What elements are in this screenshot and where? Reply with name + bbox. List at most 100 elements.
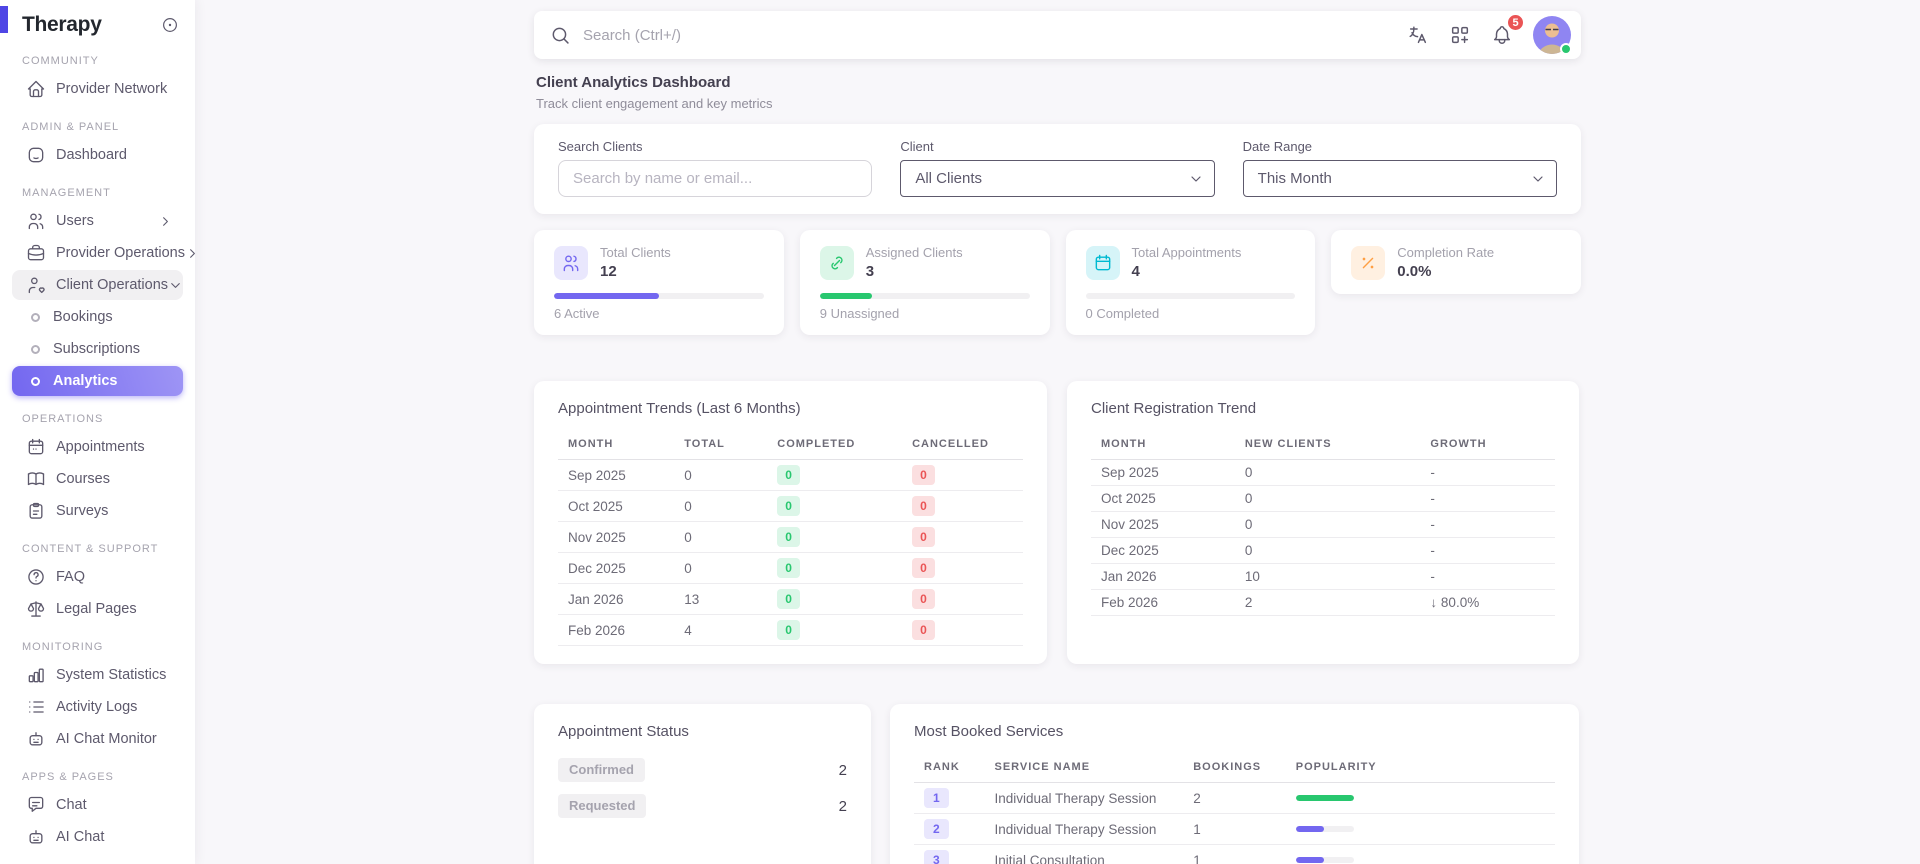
sidebar-item-appointments[interactable]: Appointments <box>12 432 183 462</box>
client-filter-value: All Clients <box>915 170 983 187</box>
growth-negative-value: ↓ 80.0% <box>1420 589 1555 616</box>
sidebar-item-system-statistics[interactable]: System Statistics <box>12 660 183 690</box>
chevron-down-icon <box>1188 171 1204 187</box>
language-icon[interactable] <box>1399 16 1437 54</box>
chevron-down-icon <box>168 278 183 293</box>
popularity-bar <box>1295 857 1354 863</box>
calendar-stat-icon <box>1085 245 1120 280</box>
sidebar: Therapy COMMUNITY Provider Network ADMIN… <box>0 0 195 864</box>
robot-icon <box>25 826 47 848</box>
search-clients-input[interactable] <box>558 160 873 197</box>
page-title: Client Analytics Dashboard <box>536 74 731 91</box>
sidebar-item-label: AI Chat <box>56 829 105 845</box>
stat-label: Total Clients <box>600 245 671 260</box>
sidebar-item-label: Client Operations <box>56 277 169 293</box>
table-row: Nov 2025 0- <box>1091 511 1555 538</box>
stat-label: Total Appointments <box>1131 245 1242 260</box>
sidebar-item-ai-chat[interactable]: AI Chat <box>12 822 183 852</box>
sidebar-item-surveys[interactable]: Surveys <box>12 496 183 526</box>
sidebar-pin-icon[interactable] <box>161 16 179 34</box>
calendar-icon <box>25 436 47 458</box>
rank-badge: 1 <box>924 788 949 808</box>
global-search-input[interactable] <box>581 25 1399 45</box>
sidebar-item-chat[interactable]: Chat <box>12 790 183 820</box>
percent-stat-icon <box>1351 245 1386 280</box>
sidebar-item-client-operations[interactable]: Client Operations <box>12 270 183 300</box>
sidebar-item-provider-operations[interactable]: Provider Operations <box>12 238 195 268</box>
progress-bar <box>554 293 764 299</box>
stat-sublabel: 0 Completed <box>1085 306 1160 321</box>
stat-card-assigned-clients: Assigned Clients 3 9 Unassigned <box>799 230 1050 335</box>
popularity-bar <box>1295 795 1354 801</box>
most-booked-services-table: Rank Service Name Bookings Popularity 1 … <box>914 752 1555 864</box>
status-badge: Confirmed <box>558 758 645 782</box>
column-header: Month <box>558 429 675 460</box>
notification-count-badge: 5 <box>1506 13 1525 32</box>
sidebar-item-label: Chat <box>56 797 87 813</box>
book-icon <box>25 468 47 490</box>
sidebar-item-users[interactable]: Users <box>12 206 183 236</box>
sidebar-item-subscriptions[interactable]: Subscriptions <box>12 334 183 364</box>
appointment-status-panel: Appointment Status Confirmed 2 Requested… <box>534 704 871 864</box>
sidebar-section-monitoring: MONITORING <box>22 641 104 653</box>
scale-icon <box>25 598 47 620</box>
date-range-select[interactable]: This Month <box>1242 160 1557 197</box>
stat-sublabel: 6 Active <box>554 306 600 321</box>
table-row: Oct 2025 0- <box>1091 485 1555 512</box>
sidebar-item-label: Surveys <box>56 503 109 519</box>
clipboard-icon <box>25 500 47 522</box>
table-row: Dec 2025 0 0 0 <box>558 552 1023 584</box>
list-icon <box>25 696 47 718</box>
rank-badge: 3 <box>924 850 949 864</box>
sidebar-section-content-support: CONTENT & SUPPORT <box>22 543 159 555</box>
date-range-label: Date Range <box>1242 139 1313 154</box>
completed-badge: 0 <box>777 620 800 640</box>
sidebar-item-dashboard[interactable]: Dashboard <box>12 140 183 170</box>
sidebar-item-provider-network[interactable]: Provider Network <box>12 74 183 104</box>
chevron-down-icon <box>1530 171 1546 187</box>
sidebar-item-bookings[interactable]: Bookings <box>12 302 183 332</box>
sidebar-item-courses[interactable]: Courses <box>12 464 183 494</box>
sidebar-item-analytics[interactable]: Analytics <box>12 366 183 396</box>
table-row: 2 Individual Therapy Session 1 <box>914 813 1555 845</box>
column-header: Popularity <box>1285 752 1555 783</box>
sidebar-item-ai-chat-monitor[interactable]: AI Chat Monitor <box>12 724 183 754</box>
status-count: 2 <box>838 797 847 815</box>
sidebar-item-label: FAQ <box>56 569 86 585</box>
stat-sublabel: 9 Unassigned <box>819 306 900 321</box>
table-row: Jan 2026 10- <box>1091 563 1555 590</box>
shortcuts-grid-icon[interactable] <box>1441 16 1479 54</box>
sidebar-item-activity-logs[interactable]: Activity Logs <box>12 692 183 722</box>
most-booked-services-panel: Most Booked Services Rank Service Name B… <box>890 704 1579 864</box>
appointment-trends-table: Month Total Completed Cancelled Sep 2025… <box>558 429 1023 646</box>
progress-bar <box>819 293 1030 299</box>
status-count: 2 <box>838 761 847 779</box>
dashboard-icon <box>25 144 47 166</box>
topbar: 5 <box>534 11 1581 59</box>
cancelled-badge: 0 <box>912 589 935 609</box>
client-filter-select[interactable]: All Clients <box>900 160 1215 197</box>
column-header: Month <box>1091 429 1235 460</box>
main-content: 5 Client Analytics Dashboard Track clien… <box>195 11 1920 864</box>
robot-icon <box>25 728 47 750</box>
completed-badge: 0 <box>777 589 800 609</box>
status-badge: Requested <box>558 794 647 818</box>
bullet-circle-icon <box>31 376 40 386</box>
stat-value: 0.0% <box>1397 263 1432 280</box>
table-row: Oct 2025 0 0 0 <box>558 490 1023 522</box>
column-header: Completed <box>767 429 903 460</box>
sidebar-item-label: Provider Operations <box>56 245 185 261</box>
sidebar-item-faq[interactable]: FAQ <box>12 562 183 592</box>
sidebar-item-label: Subscriptions <box>53 341 141 357</box>
cancelled-badge: 0 <box>912 558 935 578</box>
client-filter-label: Client <box>900 139 934 154</box>
notifications-bell-icon[interactable]: 5 <box>1483 13 1525 54</box>
users-stat-icon <box>554 245 588 280</box>
sidebar-item-legal-pages[interactable]: Legal Pages <box>12 594 183 624</box>
table-row: 1 Individual Therapy Session 2 <box>914 782 1555 814</box>
chevron-right-icon <box>185 246 200 261</box>
table-row: 3 Initial Consultation 1 <box>914 844 1555 864</box>
user-avatar[interactable] <box>1533 16 1572 55</box>
panel-title: Appointment Status <box>558 723 689 740</box>
popularity-bar <box>1295 826 1354 832</box>
